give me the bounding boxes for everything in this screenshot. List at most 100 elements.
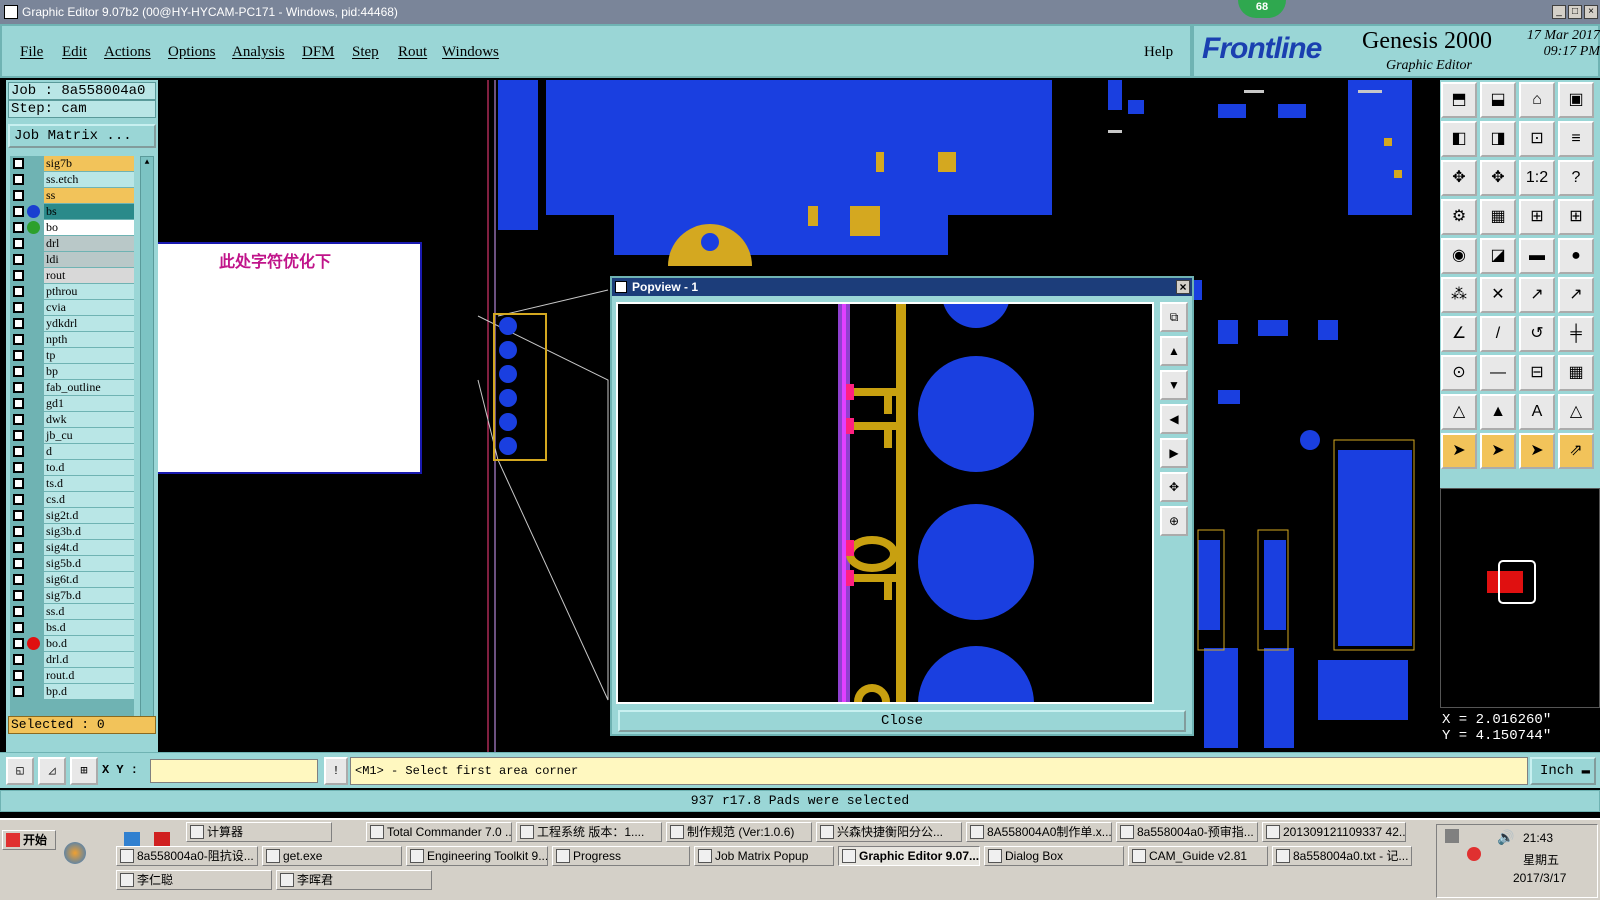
layer-row[interactable]: tp (10, 348, 134, 363)
layer-row[interactable]: ss.d (10, 604, 134, 619)
layer-checkbox[interactable] (13, 334, 24, 345)
layer-checkbox[interactable] (13, 350, 24, 361)
layer-checkbox[interactable] (13, 318, 24, 329)
cross-icon[interactable]: ✕ (1480, 277, 1516, 313)
layer-name[interactable]: dwk (44, 412, 134, 427)
units-dropdown[interactable]: Inch ▬ (1530, 757, 1596, 785)
taskbar-item[interactable]: 工程系统 版本：1.... (516, 822, 662, 842)
layer-name[interactable]: cs.d (44, 492, 134, 507)
taskbar-item[interactable]: 8a558004a0-阻抗设... (116, 846, 258, 866)
menu-dfm[interactable]: DFM (302, 44, 335, 61)
layer-checkbox[interactable] (13, 462, 24, 473)
layer-row[interactable]: bs (10, 204, 134, 219)
layer-checkbox[interactable] (13, 398, 24, 409)
pan-right-icon[interactable]: ◨ (1480, 121, 1516, 157)
layer-checkbox[interactable] (13, 254, 24, 265)
taskbar-item[interactable]: get.exe (262, 846, 402, 866)
layer-checkbox[interactable] (13, 414, 24, 425)
snap-icon[interactable]: ◪ (1480, 238, 1516, 274)
zoom-home-icon[interactable]: ⬒ (1441, 82, 1477, 118)
layer-row[interactable]: jb_cu (10, 428, 134, 443)
dot-icon[interactable]: ● (1558, 238, 1594, 274)
layer-row[interactable]: sig6t.d (10, 572, 134, 587)
layer-checkbox[interactable] (13, 478, 24, 489)
taskbar-item[interactable]: Total Commander 7.0 ... (366, 822, 512, 842)
taskbar-item[interactable]: Progress (552, 846, 690, 866)
layer-checkbox[interactable] (13, 286, 24, 297)
popview-window[interactable]: Popview - 1 × ⧉ ▲ ▼ ◀ ▶ ✥ ⊕ Close (610, 276, 1194, 736)
fill-triangle-icon[interactable]: ▲ (1480, 394, 1516, 430)
layers-icon[interactable]: ≡ (1558, 121, 1594, 157)
select-net-icon[interactable]: ⊞ (1558, 199, 1594, 235)
layer-checkbox[interactable] (13, 366, 24, 377)
layer-checkbox[interactable] (13, 526, 24, 537)
taskbar-item[interactable]: 8a558004a0-预审指... (1116, 822, 1258, 842)
layer-row[interactable]: bs.d (10, 620, 134, 635)
layer-name[interactable]: bs (44, 204, 134, 219)
layer-row[interactable]: drl.d (10, 652, 134, 667)
layer-row[interactable]: sig5b.d (10, 556, 134, 571)
layer-checkbox[interactable] (13, 430, 24, 441)
merge-icon[interactable]: ╪ (1558, 316, 1594, 352)
taskbar-item[interactable]: Engineering Toolkit 9.... (406, 846, 548, 866)
layer-checkbox[interactable] (13, 574, 24, 585)
layer-row[interactable]: ss (10, 188, 134, 203)
layer-name[interactable]: to.d (44, 460, 134, 475)
menu-options[interactable]: Options (168, 44, 216, 61)
layer-checkbox[interactable] (13, 622, 24, 633)
layer-row[interactable]: bo.d (10, 636, 134, 651)
settings-icon[interactable]: ⚙ (1441, 199, 1477, 235)
taskbar-item[interactable]: 李晖君 (276, 870, 432, 890)
text-icon[interactable]: A (1519, 394, 1555, 430)
start-button[interactable]: 开始 (2, 830, 56, 850)
layer-checkbox[interactable] (13, 158, 24, 169)
layer-checkbox[interactable] (13, 302, 24, 313)
menu-actions[interactable]: Actions (104, 44, 151, 61)
layer-row[interactable]: cs.d (10, 492, 134, 507)
layer-checkbox[interactable] (13, 494, 24, 505)
popview-close-icon[interactable]: × (1176, 280, 1190, 294)
layer-row[interactable]: rout.d (10, 668, 134, 683)
layer-checkbox[interactable] (13, 654, 24, 665)
layer-checkbox[interactable] (13, 606, 24, 617)
layer-scrollbar[interactable]: ▲ ▼ (140, 156, 154, 734)
layer-name[interactable]: jb_cu (44, 428, 134, 443)
menu-windows[interactable]: Windows (442, 44, 499, 61)
outline-icon[interactable]: △ (1558, 394, 1594, 430)
split-icon[interactable]: ⊟ (1519, 355, 1555, 391)
minus-icon[interactable]: — (1480, 355, 1516, 391)
taskbar-item[interactable]: Dialog Box (984, 846, 1124, 866)
layer-checkbox[interactable] (13, 206, 24, 217)
layer-row[interactable]: ldi (10, 252, 134, 267)
zoom-box-icon[interactable]: ▣ (1558, 82, 1594, 118)
popview-pan-up-icon[interactable]: ▲ (1160, 336, 1188, 366)
layer-row[interactable]: bp (10, 364, 134, 379)
pad-icon[interactable]: ◉ (1441, 238, 1477, 274)
taskbar-item[interactable]: Graphic Editor 9.07... (838, 846, 980, 866)
layer-row[interactable]: cvia (10, 300, 134, 315)
help-icon[interactable]: ? (1558, 160, 1594, 196)
layer-row[interactable]: drl (10, 236, 134, 251)
snap-icon[interactable]: ◱ (6, 757, 34, 785)
move-select-icon[interactable]: ⇗ (1558, 433, 1594, 469)
select-red-icon[interactable]: ⊞ (1519, 199, 1555, 235)
menu-help[interactable]: Help (1144, 44, 1173, 61)
volume-icon[interactable]: 🔊 (1497, 829, 1514, 846)
center-icon[interactable]: ✥ (1441, 160, 1477, 196)
menu-edit[interactable]: Edit (62, 44, 87, 61)
layer-name[interactable]: bo.d (44, 636, 134, 651)
layer-name[interactable]: sig5b.d (44, 556, 134, 571)
layer-name[interactable]: ydkdrl (44, 316, 134, 331)
layer-row[interactable]: dwk (10, 412, 134, 427)
layer-name[interactable]: bo (44, 220, 134, 235)
layer-name[interactable]: ss.etch (44, 172, 134, 187)
taskbar-item[interactable]: CAM_Guide v2.81 (1128, 846, 1268, 866)
popview-pan-down-icon[interactable]: ▼ (1160, 370, 1188, 400)
scroll-up-icon[interactable]: ▲ (142, 158, 152, 168)
taskbar-item[interactable]: 兴森快捷衡阳分公... (816, 822, 962, 842)
layer-checkbox[interactable] (13, 382, 24, 393)
layer-row[interactable]: npth (10, 332, 134, 347)
layer-row[interactable]: sig3b.d (10, 524, 134, 539)
layer-name[interactable]: npth (44, 332, 134, 347)
scale-icon[interactable]: 1:2 (1519, 160, 1555, 196)
